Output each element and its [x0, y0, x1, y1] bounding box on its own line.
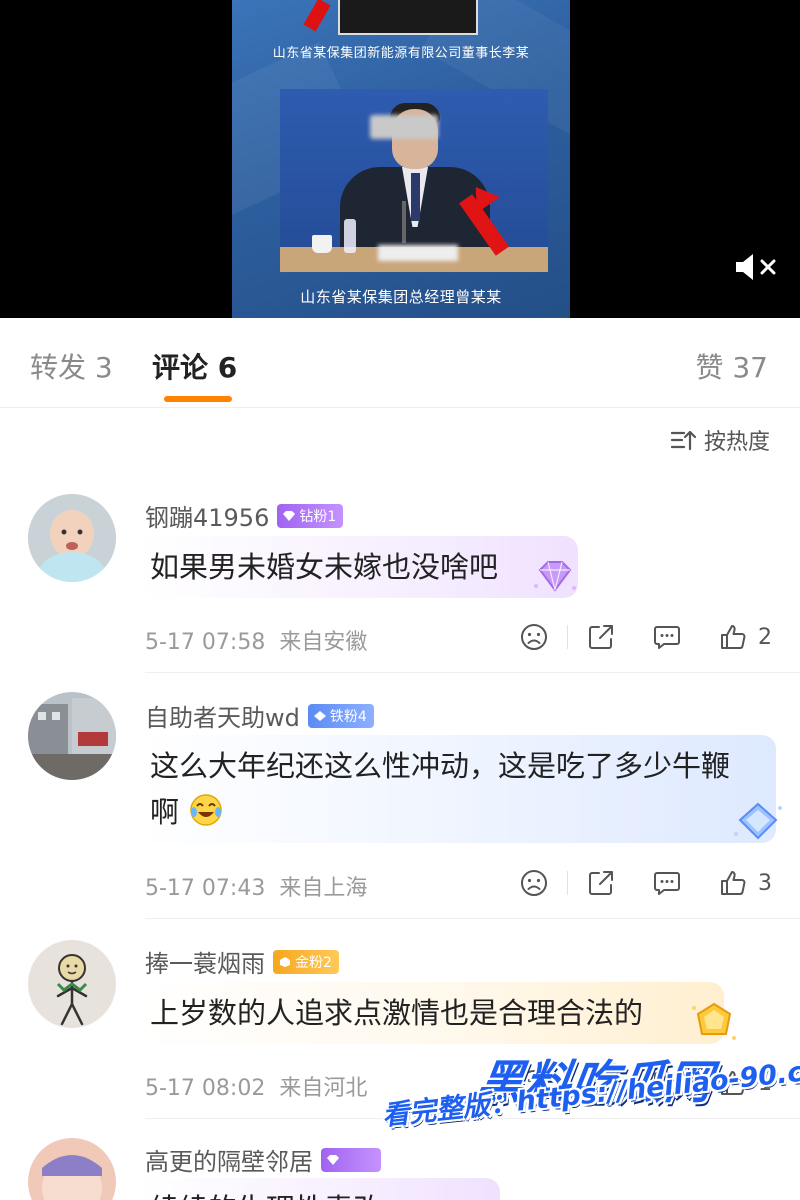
sort-label: 按热度 [703, 430, 770, 455]
fan-badge: 铁粉4 [307, 703, 374, 728]
frown-icon [521, 624, 547, 650]
diamond-icon [327, 1154, 339, 1165]
thumbs-up-icon [721, 625, 746, 649]
share-icon [589, 625, 613, 649]
username[interactable]: 高更的隔壁邻居 [145, 1142, 313, 1177]
comment-text: 这么大年纪还这么性冲动，这是吃了多少牛鞭 啊 [140, 735, 776, 843]
fan-badge: 金粉2 [273, 949, 339, 974]
press-conference-photo [280, 89, 548, 272]
sort-icon [670, 430, 696, 451]
username[interactable]: 自助者天助wd [145, 698, 300, 733]
comment-text: 上岁数的人追求点激情也是合理合法的 [140, 982, 724, 1044]
like-count: 3 [758, 870, 772, 896]
comment-icon [654, 626, 680, 649]
share-button[interactable] [586, 868, 616, 898]
comment-text: 续续的生理性青改 [140, 1178, 500, 1200]
video-caption-top: 山东省某保集团新能源有限公司董事长李某 [272, 46, 530, 61]
username[interactable]: 钢蹦41956 [145, 498, 269, 533]
blue-gem-icon [734, 802, 782, 840]
sort-button[interactable]: 按热度 [670, 424, 770, 456]
share-button[interactable] [586, 622, 616, 652]
video-frame: 山东省某保集团新能源有限公司董事长李某 山东省某保集团总经理曾某某 [232, 0, 570, 318]
thumbs-up-icon [721, 871, 746, 895]
reply-button[interactable] [652, 868, 682, 898]
tab-bar: 转发 3 评论 6 赞 37 [0, 318, 800, 408]
video-player[interactable]: 山东省某保集团新能源有限公司董事长李某 山东省某保集团总经理曾某某 [0, 0, 800, 318]
laugh-cry-emoji-icon [190, 794, 222, 826]
active-tab-indicator [164, 396, 232, 402]
like-button[interactable]: 2 [718, 622, 772, 652]
comment-meta: 5-17 08:02 来自河北 [145, 1076, 368, 1101]
reply-button[interactable] [652, 622, 682, 652]
avatar[interactable] [28, 1138, 116, 1200]
divider [145, 672, 800, 673]
dislike-button[interactable] [519, 622, 549, 652]
gold-gem-icon [692, 1002, 736, 1040]
avatar[interactable] [28, 692, 116, 780]
purple-gem-icon [534, 561, 576, 592]
speaker-muted-icon[interactable] [734, 252, 780, 282]
like-count: 2 [758, 624, 772, 650]
comment-text: 如果男未婚女未嫁也没啥吧 [140, 536, 578, 598]
divider [145, 918, 800, 919]
username[interactable]: 捧一蓑烟雨 [145, 944, 265, 979]
tab-likes[interactable]: 赞 37 [695, 346, 768, 386]
avatar[interactable] [28, 940, 116, 1028]
top-photo [338, 0, 478, 35]
frown-icon [521, 870, 547, 896]
dislike-button[interactable] [519, 868, 549, 898]
comment-meta: 5-17 07:58 来自安徽 [145, 630, 368, 655]
fan-badge: 钻粉1 [277, 503, 344, 528]
tab-repost[interactable]: 转发 3 [30, 346, 113, 386]
diamond-icon [283, 510, 296, 521]
like-button[interactable]: 3 [718, 868, 772, 898]
avatar[interactable] [28, 494, 116, 582]
diamond-icon [280, 956, 290, 967]
share-icon [589, 871, 613, 895]
comment-icon [654, 872, 680, 895]
comment-meta: 5-17 07:43 来自上海 [145, 876, 368, 901]
diamond-icon [313, 710, 326, 721]
video-caption-bottom: 山东省某保集团总经理曾某某 [300, 288, 502, 306]
tab-comments[interactable]: 评论 6 [152, 346, 237, 386]
fan-badge [321, 1147, 381, 1172]
